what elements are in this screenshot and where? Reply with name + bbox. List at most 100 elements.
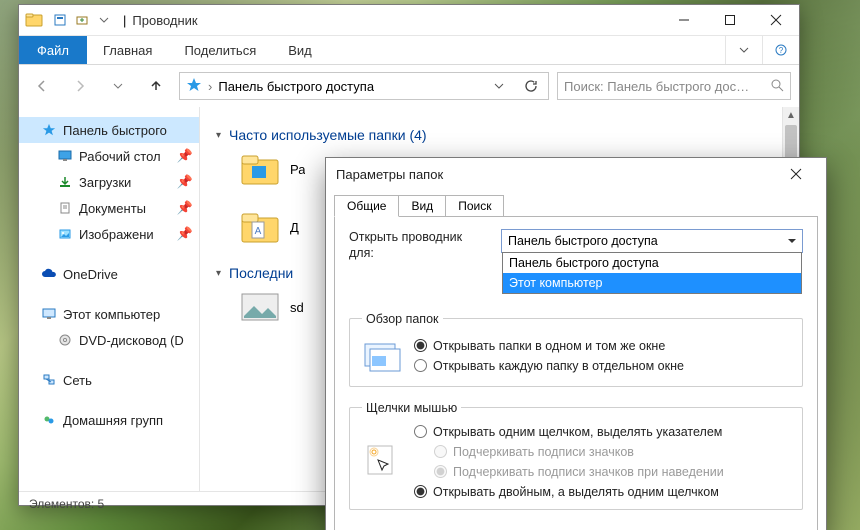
scroll-up-icon[interactable]: ▲ (783, 107, 799, 123)
network-icon (41, 372, 57, 388)
sidebar-item-dvd[interactable]: DVD-дисковод (D (19, 327, 199, 353)
radio-new-window[interactable]: Открывать каждую папку в отдельном окне (414, 359, 684, 373)
radio-input[interactable] (414, 359, 427, 372)
tab-file[interactable]: Файл (19, 36, 87, 64)
quick-access-toolbar (51, 11, 113, 29)
chevron-right-icon: › (208, 79, 212, 94)
search-placeholder: Поиск: Панель быстрого дос… (564, 79, 764, 94)
combo-selected: Панель быстрого доступа (508, 234, 658, 248)
group-frequent[interactable]: ▾ Часто используемые папки (4) (216, 127, 783, 143)
close-button[interactable] (753, 5, 799, 35)
minimize-button[interactable] (661, 5, 707, 35)
breadcrumb[interactable]: Панель быстрого доступа (218, 79, 374, 94)
tab-view[interactable]: Вид (398, 195, 446, 217)
dialog-close-button[interactable] (776, 158, 816, 190)
sidebar-item-desktop[interactable]: Рабочий стол 📌 (19, 143, 199, 169)
sidebar-item-thispc[interactable]: Этот компьютер (19, 301, 199, 327)
address-bar[interactable]: › Панель быстрого доступа (179, 72, 549, 100)
desktop-icon (57, 148, 73, 164)
tab-view[interactable]: Вид (272, 36, 328, 64)
maximize-button[interactable] (707, 5, 753, 35)
address-dropdown-button[interactable] (486, 74, 512, 98)
sidebar-item-documents[interactable]: Документы 📌 (19, 195, 199, 221)
nav-pane: Панель быстрого Рабочий стол 📌 Загрузки … (19, 107, 200, 491)
search-input[interactable]: Поиск: Панель быстрого дос… (557, 72, 791, 100)
sidebar-item-label: Загрузки (79, 175, 131, 190)
search-icon (770, 78, 784, 95)
documents-icon (57, 200, 73, 216)
folder-icon: A (240, 207, 280, 247)
sidebar-item-quick-access[interactable]: Панель быстрого (19, 117, 199, 143)
status-item-count: Элементов: 5 (29, 497, 104, 511)
sidebar-item-label: Сеть (63, 373, 92, 388)
sidebar-item-pictures[interactable]: Изображени 📌 (19, 221, 199, 247)
collapse-icon: ▾ (216, 130, 221, 141)
combo-option-this-pc[interactable]: Этот компьютер (503, 273, 801, 293)
tab-search[interactable]: Поиск (445, 195, 504, 217)
sidebar-item-label: Этот компьютер (63, 307, 160, 322)
refresh-button[interactable] (518, 74, 544, 98)
titlebar: | Проводник (19, 5, 799, 35)
pictures-icon (57, 226, 73, 242)
sidebar-item-label: DVD-дисковод (D (79, 333, 184, 348)
collapse-icon: ▾ (216, 268, 221, 279)
ribbon-help-button[interactable]: ? (762, 36, 799, 64)
sidebar-item-network[interactable]: Сеть (19, 367, 199, 393)
nav-back-button[interactable] (27, 73, 57, 99)
tab-general[interactable]: Общие (334, 195, 399, 217)
explorer-icon (25, 11, 43, 29)
thispc-icon (41, 306, 57, 322)
nav-up-button[interactable] (141, 73, 171, 99)
click-items-icon (362, 442, 402, 482)
browse-folders-group: Обзор папок Открывать папки в одном и то… (349, 312, 803, 387)
click-items-legend: Щелчки мышью (362, 401, 461, 415)
sidebar-item-label: Рабочий стол (79, 149, 161, 164)
radio-input[interactable] (414, 339, 427, 352)
radio-underline-always: Подчеркивать подписи значков (414, 445, 724, 459)
tab-home[interactable]: Главная (87, 36, 168, 64)
file-name: sd (290, 300, 304, 315)
pin-icon: 📌 (177, 174, 193, 190)
radio-input[interactable] (414, 485, 427, 498)
tab-share[interactable]: Поделиться (168, 36, 272, 64)
sidebar-item-onedrive[interactable]: OneDrive (19, 261, 199, 287)
pin-icon: 📌 (177, 226, 193, 242)
open-explorer-combo[interactable]: Панель быстрого доступа Панель быстрого … (501, 229, 803, 253)
dialog-body: Открыть проводник для: Панель быстрого д… (334, 216, 818, 530)
radio-input[interactable] (414, 425, 427, 438)
nav-forward-button[interactable] (65, 73, 95, 99)
browse-folders-icon (362, 336, 402, 376)
file-name: Д (290, 220, 299, 235)
dialog-title: Параметры папок (336, 167, 443, 182)
radio-input (434, 465, 447, 478)
radio-underline-hover: Подчеркивать подписи значков при наведен… (414, 465, 724, 479)
sidebar-item-homegroup[interactable]: Домашняя групп (19, 407, 199, 433)
quick-access-star-icon (186, 77, 202, 96)
radio-single-click[interactable]: Открывать одним щелчком, выделять указат… (414, 425, 724, 439)
group-title: Последни (229, 265, 293, 281)
file-name: Ра (290, 162, 305, 177)
sidebar-item-downloads[interactable]: Загрузки 📌 (19, 169, 199, 195)
radio-same-window[interactable]: Открывать папки в одном и том же окне (414, 339, 684, 353)
qat-dropdown-icon[interactable] (95, 11, 113, 29)
combo-option-quick-access[interactable]: Панель быстрого доступа (503, 253, 801, 273)
titlebar-separator-icon: | (123, 13, 126, 28)
dialog-tabstrip: Общие Вид Поиск (326, 190, 826, 216)
sidebar-item-label: Домашняя групп (63, 413, 163, 428)
qat-newfolder-icon[interactable] (73, 11, 91, 29)
open-explorer-label: Открыть проводник для: (349, 229, 489, 262)
radio-input (434, 445, 447, 458)
ribbon: Файл Главная Поделиться Вид ? (19, 35, 799, 65)
ribbon-expand-button[interactable] (725, 36, 762, 64)
nav-recent-button[interactable] (103, 73, 133, 99)
window-title: Проводник (132, 13, 197, 28)
onedrive-icon (41, 266, 57, 282)
downloads-icon (57, 174, 73, 190)
folder-options-dialog: Параметры папок Общие Вид Поиск Открыть … (325, 157, 827, 530)
homegroup-icon (41, 412, 57, 428)
window-buttons (661, 5, 799, 35)
qat-properties-icon[interactable] (51, 11, 69, 29)
image-file-icon (240, 287, 280, 327)
sidebar-item-label: OneDrive (63, 267, 118, 282)
radio-double-click[interactable]: Открывать двойным, а выделять одним щелч… (414, 485, 724, 499)
